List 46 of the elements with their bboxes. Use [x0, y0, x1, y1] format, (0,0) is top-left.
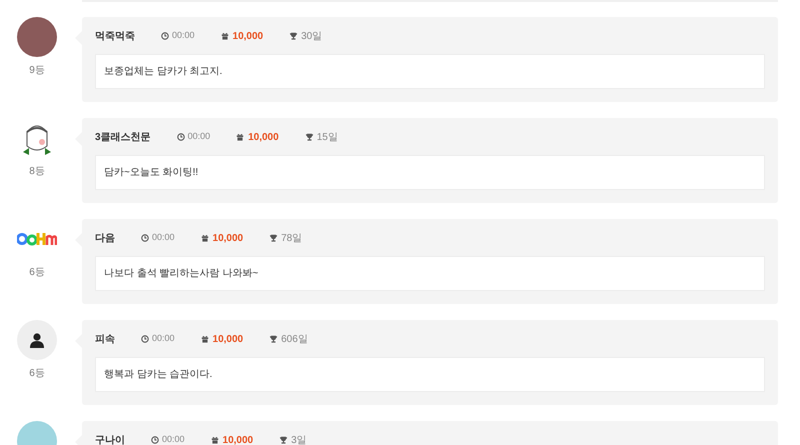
gift-icon: [210, 436, 219, 444]
trophy-icon: [269, 234, 278, 242]
user-name: 먹죽먹죽: [95, 30, 135, 44]
rank-label: 8등: [29, 165, 45, 179]
user-name: 3클래스천문: [95, 130, 151, 144]
clock-icon: [151, 436, 159, 444]
comment-message: 나보다 출석 빨리하는사람 나와봐~: [95, 256, 765, 291]
days-text: 30일: [301, 30, 322, 44]
gift-icon: [200, 234, 209, 242]
days-text: 15일: [316, 130, 338, 144]
points-text: 10,000: [212, 332, 244, 346]
trophy-icon: [279, 436, 288, 444]
time-text: 00:00: [162, 433, 185, 445]
time-text: 00:00: [188, 130, 210, 144]
trophy-icon: [269, 335, 278, 343]
trophy-icon: [289, 32, 298, 40]
comment-message: 담카~오늘도 화이팅!!: [95, 155, 765, 190]
clock-icon: [141, 335, 149, 343]
points-text: 10,000: [212, 232, 244, 246]
points-text: 10,000: [222, 434, 254, 445]
rank-label: 6등: [29, 367, 45, 381]
logo-icon: [17, 231, 57, 247]
gift-icon: [200, 335, 209, 343]
days-text: 606일: [281, 332, 308, 346]
time-text: 00:00: [172, 29, 195, 42]
clock-icon: [176, 133, 185, 141]
user-name: 피속: [95, 332, 115, 346]
clock-icon: [141, 234, 149, 242]
points-text: 10,000: [248, 130, 279, 144]
user-name: 구나이: [95, 434, 125, 445]
user-name: 다음: [95, 232, 115, 246]
days-text: 3일: [291, 434, 307, 445]
clock-icon: [161, 32, 169, 40]
comment-message: 행복과 담카는 습관이다.: [95, 357, 765, 392]
comment-message: 보종업체는 담카가 최고지.: [95, 54, 765, 89]
points-text: 10,000: [232, 30, 264, 44]
rank-label: 6등: [29, 266, 45, 280]
gift-icon: [236, 133, 244, 141]
gift-icon: [220, 32, 229, 40]
time-text: 00:00: [152, 332, 175, 346]
person-icon: [30, 332, 44, 348]
days-text: 78일: [281, 232, 302, 246]
trophy-icon: [304, 133, 314, 141]
time-text: 00:00: [152, 231, 175, 244]
avatar-photo-placeholder: [17, 17, 57, 57]
rank-label: 9등: [29, 64, 45, 78]
